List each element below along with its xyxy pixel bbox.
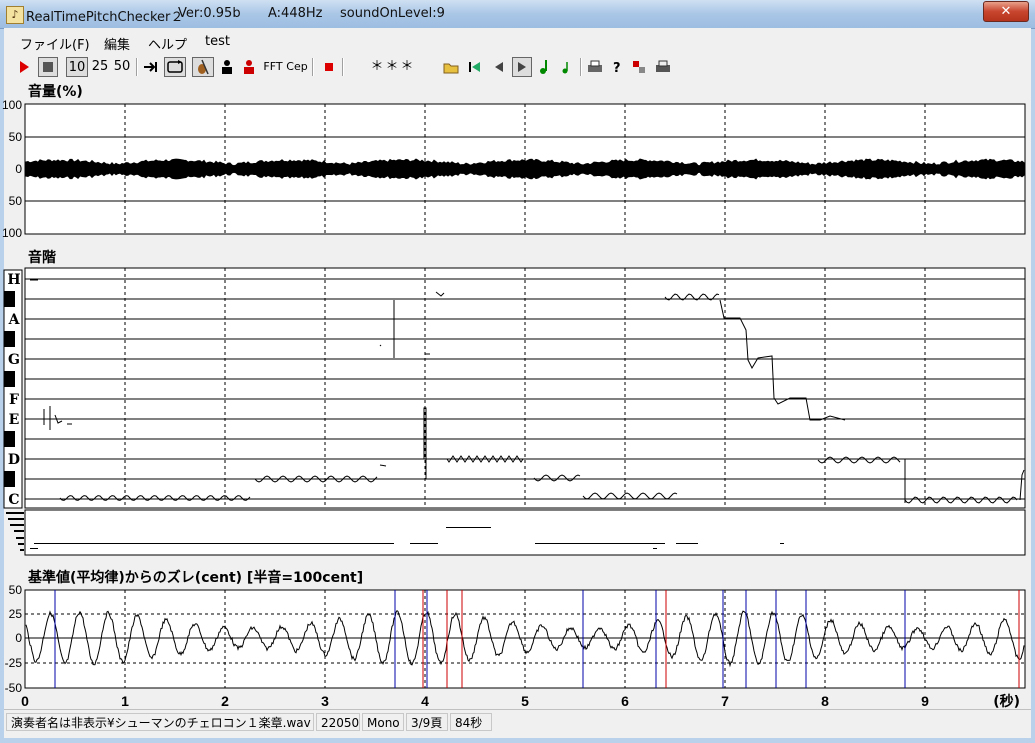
time-tick: 1	[121, 693, 129, 709]
time-tick: 8	[821, 693, 829, 709]
time-axis: 0 1 2 3 4 5 6 7 8 9	[21, 693, 929, 709]
status-channels: Mono	[362, 713, 404, 731]
status-page: 3/9頁	[406, 713, 448, 731]
harmonics-strip	[24, 509, 1026, 556]
note-label-f: F	[9, 392, 19, 408]
time-tick: 2	[221, 693, 229, 709]
status-file: 演奏者名は非表示¥シューマンのチェロコン１楽章.wav	[6, 713, 314, 731]
deviation-tick-minus25: -25	[5, 656, 23, 670]
status-duration: 84秒	[450, 713, 492, 731]
deviation-tick-minus50: -50	[5, 681, 23, 695]
volume-waveform	[25, 158, 1025, 180]
note-label-e: E	[9, 412, 20, 428]
note-label-a: A	[8, 312, 21, 328]
time-tick: 9	[921, 693, 929, 709]
status-sample-rate: 22050	[316, 713, 360, 731]
volume-tick-minus50: 50	[9, 194, 23, 208]
time-tick: 6	[621, 693, 629, 709]
plot-area: 100 50 0 50 100 音量(%) H A G F E D C 音階 5…	[2, 83, 1026, 710]
time-tick: 7	[721, 693, 729, 709]
time-tick: 5	[521, 693, 529, 709]
volume-title: 音量(%)	[28, 83, 83, 100]
volume-tick-100: 100	[2, 98, 22, 112]
deviation-tick-0: 0	[15, 631, 22, 645]
deviation-title: 基準値(平均律)からのズレ(cent) [半音=100cent]	[28, 569, 363, 586]
time-tick: 0	[21, 693, 29, 709]
time-tick: 4	[421, 693, 429, 709]
volume-tick-minus100: 100	[2, 226, 22, 240]
deviation-tick-25: 25	[9, 607, 23, 621]
volume-tick-50: 50	[9, 130, 23, 144]
time-unit-label: (秒)	[993, 693, 1020, 710]
deviation-tick-50: 50	[9, 583, 23, 597]
note-label-c: C	[8, 492, 19, 508]
piano-keys	[3, 269, 23, 509]
scale-title: 音階	[28, 249, 56, 266]
note-label-h: H	[7, 272, 20, 288]
note-label-d: D	[8, 452, 20, 468]
note-label-g: G	[8, 352, 20, 368]
status-bar: 演奏者名は非表示¥シューマンのチェロコン１楽章.wav 22050 Mono 3…	[4, 709, 1031, 734]
time-tick: 3	[321, 693, 329, 709]
volume-tick-0: 0	[15, 162, 22, 176]
